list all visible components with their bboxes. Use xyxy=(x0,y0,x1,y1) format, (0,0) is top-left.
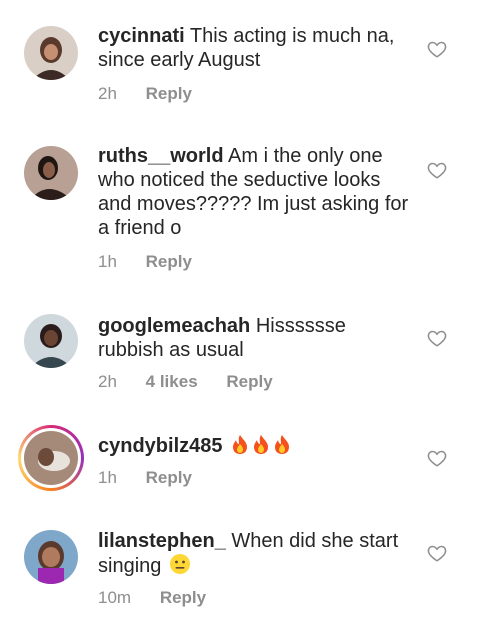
comment-time: 1h xyxy=(98,252,117,271)
avatar[interactable] xyxy=(24,431,78,485)
comment-text-block: googlemeachah Hisssssse rubbish as usual xyxy=(98,314,416,362)
heart-outline-icon[interactable] xyxy=(427,161,447,179)
heart-outline-icon[interactable] xyxy=(427,449,447,467)
reply-button[interactable]: Reply xyxy=(146,252,192,271)
comment-time: 2h xyxy=(98,84,117,103)
comment-username[interactable]: googlemeachah xyxy=(98,315,250,337)
avatar[interactable] xyxy=(24,314,78,368)
reply-button[interactable]: Reply xyxy=(160,588,206,607)
neutral-face-emoji xyxy=(169,553,191,581)
comment-meta: 2h Reply xyxy=(98,84,216,104)
comment-meta: 1h Reply xyxy=(98,252,216,272)
reply-button[interactable]: Reply xyxy=(146,84,192,103)
heart-outline-icon[interactable] xyxy=(427,329,447,347)
heart-outline-icon[interactable] xyxy=(427,544,447,562)
comment-time: 10m xyxy=(98,588,132,607)
comment-username[interactable]: ruths__world xyxy=(98,145,224,167)
comment-text-block: ruths__world Am i the only one who notic… xyxy=(98,144,416,240)
fire-emoji xyxy=(230,433,292,461)
comment-text-block: cyndybilz485 xyxy=(98,433,416,461)
avatar[interactable] xyxy=(24,530,78,584)
reply-button[interactable]: Reply xyxy=(146,468,192,487)
likes-count[interactable]: 4 likes xyxy=(146,372,198,391)
comment-meta: 1h Reply xyxy=(98,468,216,488)
comment-time: 1h xyxy=(98,468,117,487)
avatar[interactable] xyxy=(24,146,78,200)
comment-text-block: cycinnati This acting is much na, since … xyxy=(98,24,416,72)
comment-meta: 2h 4 likes Reply xyxy=(98,372,297,392)
reply-button[interactable]: Reply xyxy=(226,372,272,391)
comment-text-block: lilanstephen_ When did she start singing xyxy=(98,529,416,581)
story-ring-gap xyxy=(21,428,81,488)
comment-username[interactable]: cycinnati xyxy=(98,25,185,47)
story-ring[interactable] xyxy=(18,425,84,491)
comment-username[interactable]: cyndybilz485 xyxy=(98,435,223,457)
heart-outline-icon[interactable] xyxy=(427,40,447,58)
comment-username[interactable]: lilanstephen_ xyxy=(98,530,226,552)
comment-time: 2h xyxy=(98,372,117,391)
comment-meta: 10m Reply xyxy=(98,588,230,608)
avatar[interactable] xyxy=(24,26,78,80)
